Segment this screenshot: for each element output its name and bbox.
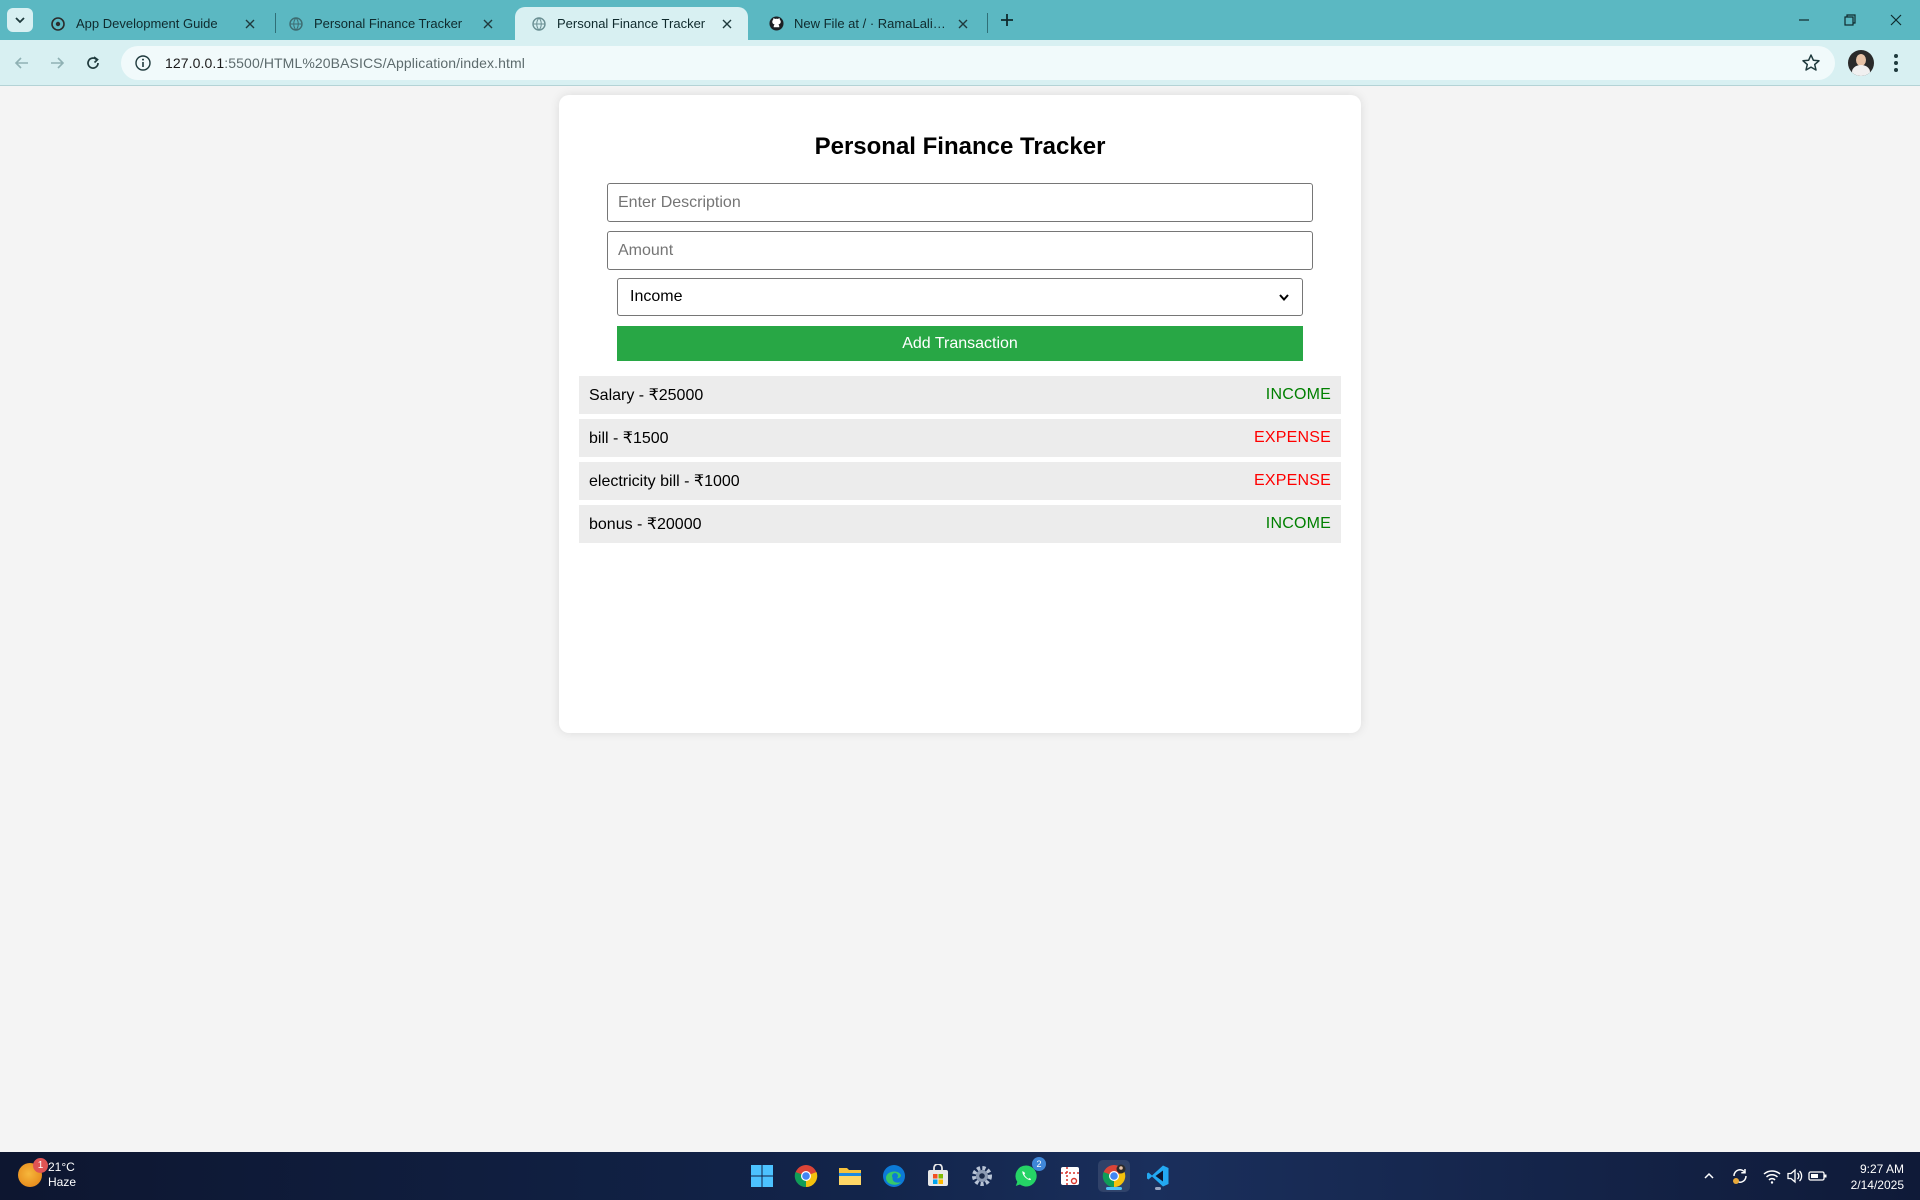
close-icon[interactable] xyxy=(718,15,736,33)
file-explorer-icon[interactable] xyxy=(834,1160,866,1192)
minimize-button[interactable] xyxy=(1781,0,1827,40)
close-icon[interactable] xyxy=(954,15,972,33)
weather-condition: Haze xyxy=(48,1175,77,1189)
finance-tracker-card: Personal Finance Tracker Enter Descripti… xyxy=(559,95,1361,733)
bookmark-star-icon[interactable] xyxy=(1801,53,1821,73)
new-tab-button[interactable] xyxy=(995,8,1019,32)
globe-icon xyxy=(288,16,304,32)
system-clock[interactable]: 9:27 AM 2/14/2025 xyxy=(1851,1161,1904,1193)
add-transaction-button[interactable]: Add Transaction xyxy=(617,326,1303,361)
tab-app-development-guide[interactable]: App Development Guide xyxy=(34,7,271,40)
github-icon xyxy=(768,16,784,32)
transaction-label: bonus - ₹20000 xyxy=(589,516,702,533)
tab-search-button[interactable] xyxy=(7,8,33,32)
wifi-icon[interactable] xyxy=(1762,1166,1782,1186)
transaction-type-badge: EXPENSE xyxy=(1254,429,1331,446)
back-button[interactable] xyxy=(7,48,37,78)
tab-title: New File at / · RamaLalithya/Pe xyxy=(794,16,948,31)
active-app-indicator xyxy=(1106,1187,1122,1190)
sync-icon[interactable] xyxy=(1730,1166,1750,1186)
settings-icon[interactable] xyxy=(966,1160,998,1192)
transaction-label: bill - ₹1500 xyxy=(589,430,669,447)
tab-title: App Development Guide xyxy=(76,16,218,31)
arrow-left-icon xyxy=(14,57,28,69)
taskbar: 1 21°C Haze 2 9:27 AM 2/14/2025 xyxy=(0,1152,1920,1200)
openai-icon xyxy=(50,16,66,32)
close-icon[interactable] xyxy=(241,15,259,33)
whatsapp-badge: 2 xyxy=(1032,1157,1046,1171)
whatsapp-icon[interactable]: 2 xyxy=(1010,1157,1046,1192)
site-info-icon[interactable] xyxy=(133,53,153,73)
tab-strip: App Development Guide Personal Finance T… xyxy=(0,0,1920,40)
selected-type: Income xyxy=(630,288,683,305)
weather-badge: 1 xyxy=(33,1158,48,1173)
transaction-type-badge: INCOME xyxy=(1265,515,1331,532)
transaction-type-badge: INCOME xyxy=(1265,386,1331,403)
weather-sun-icon: 1 xyxy=(18,1158,48,1187)
forward-button[interactable] xyxy=(42,48,72,78)
clock-date: 2/14/2025 xyxy=(1850,1178,1904,1192)
transaction-row: bonus - ₹20000 INCOME xyxy=(579,505,1341,543)
address-bar[interactable]: 127.0.0.1:5500/HTML%20BASICS/Application… xyxy=(121,46,1835,80)
tab-title: Personal Finance Tracker xyxy=(557,16,706,31)
chrome-profile-icon[interactable] xyxy=(1098,1160,1130,1192)
tab-title: Personal Finance Tracker xyxy=(314,16,463,31)
transaction-type-select[interactable]: Income xyxy=(617,278,1303,316)
plus-icon xyxy=(1001,14,1013,26)
url-text: 127.0.0.1:5500/HTML%20BASICS/Application… xyxy=(165,55,525,71)
tab-separator xyxy=(987,13,988,33)
tab-personal-finance-tracker[interactable]: Personal Finance Tracker xyxy=(272,7,509,40)
chevron-down-icon xyxy=(15,17,25,24)
vscode-icon[interactable] xyxy=(1142,1160,1174,1192)
restore-icon xyxy=(1844,14,1856,26)
store-icon[interactable] xyxy=(922,1160,954,1192)
close-icon xyxy=(1890,14,1902,26)
tab-github-new-file[interactable]: New File at / · RamaLalithya/Pe xyxy=(752,7,984,40)
weather-widget[interactable]: 1 21°C Haze xyxy=(18,1158,77,1190)
close-icon[interactable] xyxy=(479,15,497,33)
clock-time: 9:27 AM xyxy=(1859,1162,1904,1176)
profile-avatar[interactable] xyxy=(1848,50,1874,76)
url-path: :5500/HTML%20BASICS/Application/index.ht… xyxy=(224,55,525,71)
amount-input[interactable]: Amount xyxy=(607,231,1313,270)
browser-menu-icon[interactable] xyxy=(1884,51,1908,75)
page-title: Personal Finance Tracker xyxy=(814,133,1106,160)
transaction-label: Salary - ₹25000 xyxy=(589,387,704,404)
transaction-row: Salary - ₹25000 INCOME xyxy=(579,376,1341,414)
transaction-row: bill - ₹1500 EXPENSE xyxy=(579,419,1341,457)
transaction-type-badge: EXPENSE xyxy=(1254,472,1331,489)
transaction-label: electricity bill - ₹1000 xyxy=(589,473,740,490)
amount-placeholder: Amount xyxy=(618,241,674,259)
tab-personal-finance-tracker-active[interactable]: Personal Finance Tracker xyxy=(515,7,748,40)
show-hidden-icons-chevron-up-icon[interactable] xyxy=(1699,1166,1719,1186)
browser-toolbar: 127.0.0.1:5500/HTML%20BASICS/Application… xyxy=(0,40,1920,86)
snipping-tool-icon[interactable] xyxy=(1054,1160,1086,1192)
minimize-icon xyxy=(1799,19,1809,21)
chrome-icon[interactable] xyxy=(790,1160,822,1192)
weather-temp: 21°C xyxy=(48,1160,75,1174)
description-placeholder: Enter Description xyxy=(618,193,741,211)
reload-icon xyxy=(87,56,99,69)
edge-icon[interactable] xyxy=(878,1160,910,1192)
reload-button[interactable] xyxy=(78,48,108,78)
battery-icon[interactable] xyxy=(1808,1166,1828,1186)
close-window-button[interactable] xyxy=(1873,0,1919,40)
arrow-right-icon xyxy=(51,57,65,69)
running-app-indicator xyxy=(1155,1187,1161,1190)
transaction-row: electricity bill - ₹1000 EXPENSE xyxy=(579,462,1341,500)
transaction-list: Salary - ₹25000 INCOME bill - ₹1500 EXPE… xyxy=(579,376,1341,548)
url-host: 127.0.0.1 xyxy=(165,55,225,71)
windows-start-icon[interactable] xyxy=(746,1160,778,1192)
description-input[interactable]: Enter Description xyxy=(607,183,1313,222)
restore-button[interactable] xyxy=(1827,0,1873,40)
chevron-down-icon xyxy=(1279,294,1289,302)
globe-icon xyxy=(531,16,547,32)
volume-icon[interactable] xyxy=(1785,1166,1805,1186)
